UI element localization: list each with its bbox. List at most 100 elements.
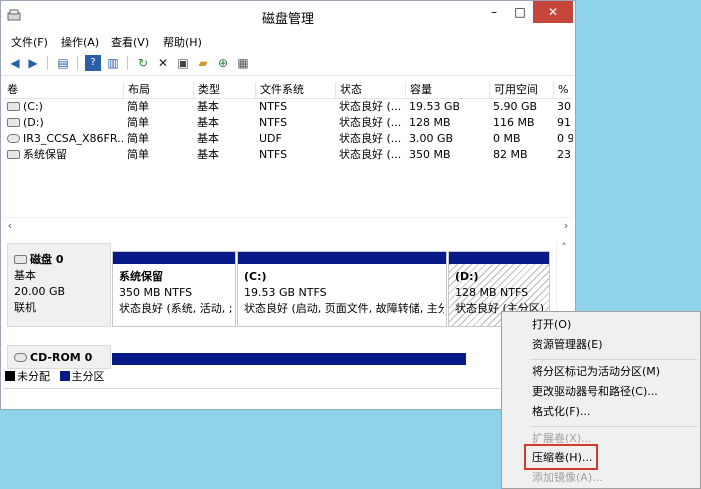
minimize-button[interactable]: –	[481, 1, 507, 23]
status-cell: 状态良好 (...	[339, 100, 402, 113]
status-cell: 状态良好 (...	[339, 116, 402, 129]
percent-cell: 91	[557, 116, 571, 129]
menu-open[interactable]: 打开(O)	[532, 316, 571, 334]
maximize-button[interactable]: □	[507, 1, 533, 23]
properties-icon[interactable]: ▣	[175, 55, 191, 71]
toolbar-separator	[77, 56, 78, 70]
layout-cell: 简单	[127, 100, 149, 113]
open-icon[interactable]: ▰	[195, 55, 211, 71]
status-cell: 状态良好 (...	[339, 132, 402, 145]
volume-name: (C:)	[23, 100, 43, 113]
filesystem-cell: NTFS	[259, 148, 288, 161]
disk-name: 磁盘 0	[30, 253, 64, 266]
partition-bar	[449, 252, 549, 264]
capacity-cell: 19.53 GB	[409, 100, 461, 113]
menu-separator	[530, 426, 697, 427]
disk-size: 20.00 GB	[14, 285, 66, 298]
primary-swatch	[59, 371, 70, 381]
cdrom-partition-bar[interactable]	[112, 353, 466, 365]
toolbar-separator	[127, 56, 128, 70]
layout-cell: 简单	[127, 132, 149, 145]
col-volume[interactable]: 卷	[3, 82, 123, 98]
type-cell: 基本	[197, 132, 219, 145]
layout-cell: 简单	[127, 148, 149, 161]
menu-help[interactable]: 帮助(H)	[163, 34, 202, 50]
refresh-icon[interactable]: ↻	[135, 55, 151, 71]
disk-type: 基本	[14, 269, 36, 282]
disk-graphical-view: 磁盘 0 基本 20.00 GB 联机 系统保留 350 MB NTFS 状态良…	[3, 241, 560, 381]
toolbar-separator	[47, 56, 48, 70]
partition-size: 19.53 GB NTFS	[244, 286, 327, 299]
legend-primary: 主分区	[71, 370, 105, 383]
status-bar	[3, 388, 573, 407]
menu-file[interactable]: 文件(F)	[11, 34, 48, 50]
col-type[interactable]: 类型	[193, 82, 255, 98]
wizard-icon[interactable]: ▦	[235, 55, 251, 71]
volume-name: 系统保留	[23, 148, 67, 161]
cdrom-icon	[7, 134, 20, 143]
free-space-cell: 82 MB	[493, 148, 528, 161]
partition-size: 350 MB NTFS	[119, 286, 193, 299]
delete-icon[interactable]: ✕	[155, 55, 171, 71]
col-percent-free[interactable]: %	[553, 82, 573, 98]
volume-name: IR3_CCSA_X86FR...	[23, 132, 123, 145]
col-layout[interactable]: 布局	[123, 82, 193, 98]
forward-icon[interactable]: ▶	[25, 55, 41, 71]
menu-change-letter[interactable]: 更改驱动器号和路径(C)...	[532, 383, 658, 401]
partition-system-reserved[interactable]: 系统保留 350 MB NTFS 状态良好 (系统, 活动, ;	[112, 251, 236, 327]
table-row[interactable]: (D:) 简单 基本 NTFS 状态良好 (... 128 MB 116 MB …	[3, 115, 573, 131]
table-row[interactable]: 系统保留 简单 基本 NTFS 状态良好 (... 350 MB 82 MB 2…	[3, 147, 573, 163]
menu-mark-active[interactable]: 将分区标记为活动分区(M)	[532, 363, 660, 381]
horizontal-scrollbar[interactable]: ‹ ›	[3, 217, 573, 234]
partition-bar	[238, 252, 446, 264]
help-icon[interactable]: ?	[85, 55, 101, 71]
type-cell: 基本	[197, 100, 219, 113]
type-cell: 基本	[197, 116, 219, 129]
scroll-left-icon[interactable]: ‹	[3, 218, 17, 234]
col-capacity[interactable]: 容量	[405, 82, 489, 98]
free-space-cell: 5.90 GB	[493, 100, 538, 113]
drive-icon	[7, 150, 20, 159]
partition-c[interactable]: (C:) 19.53 GB NTFS 状态良好 (启动, 页面文件, 故障转储,…	[237, 251, 447, 327]
disk-icon	[14, 255, 27, 264]
partition-size: 128 MB NTFS	[455, 286, 529, 299]
cdrom-icon	[14, 353, 27, 362]
disk-management-window: 磁盘管理 – □ ✕ 文件(F) 操作(A) 查看(V) 帮助(H) ◀ ▶ ▤…	[0, 0, 576, 410]
back-icon[interactable]: ◀	[7, 55, 23, 71]
free-space-cell: 116 MB	[493, 116, 535, 129]
menu-explorer[interactable]: 资源管理器(E)	[532, 336, 603, 354]
free-space-cell: 0 MB	[493, 132, 521, 145]
title-bar: 磁盘管理 – □ ✕	[1, 1, 575, 31]
legend: 未分配 主分区	[5, 370, 105, 384]
col-free-space[interactable]: 可用空间	[489, 82, 553, 98]
panel-icon[interactable]: ▤	[55, 55, 71, 71]
scroll-right-icon[interactable]: ›	[559, 218, 573, 234]
menu-format[interactable]: 格式化(F)...	[532, 403, 590, 421]
table-row[interactable]: IR3_CCSA_X86FR... 简单 基本 UDF 状态良好 (... 3.…	[3, 131, 573, 147]
disk-state: 联机	[14, 301, 36, 314]
partition-name: (D:)	[455, 270, 479, 283]
partition-name: (C:)	[244, 270, 267, 283]
disk-0-label[interactable]: 磁盘 0 基本 20.00 GB 联机	[7, 243, 111, 327]
col-status[interactable]: 状态	[335, 82, 405, 98]
shrink-highlight-box	[524, 444, 598, 470]
col-filesystem[interactable]: 文件系统	[255, 82, 335, 98]
context-menu: 打开(O) 资源管理器(E) 将分区标记为活动分区(M) 更改驱动器号和路径(C…	[501, 311, 701, 489]
cdrom-name: CD-ROM 0	[30, 351, 93, 364]
volume-name: (D:)	[23, 116, 44, 129]
menu-action[interactable]: 操作(A)	[61, 34, 99, 50]
drive-icon	[7, 102, 20, 111]
capacity-cell: 3.00 GB	[409, 132, 454, 145]
close-button[interactable]: ✕	[533, 1, 573, 23]
cdrom-0-label[interactable]: CD-ROM 0	[7, 345, 111, 369]
partition-name: 系统保留	[119, 270, 163, 283]
percent-cell: 23	[557, 148, 571, 161]
table-row[interactable]: (C:) 简单 基本 NTFS 状态良好 (... 19.53 GB 5.90 …	[3, 99, 573, 115]
drive-icon	[7, 118, 20, 127]
unallocated-swatch	[5, 371, 15, 381]
type-cell: 基本	[197, 148, 219, 161]
menu-view[interactable]: 查看(V)	[111, 34, 149, 50]
scroll-up-icon[interactable]: ˄	[557, 241, 571, 254]
zoom-icon[interactable]: ⊕	[215, 55, 231, 71]
panel2-icon[interactable]: ▥	[105, 55, 121, 71]
